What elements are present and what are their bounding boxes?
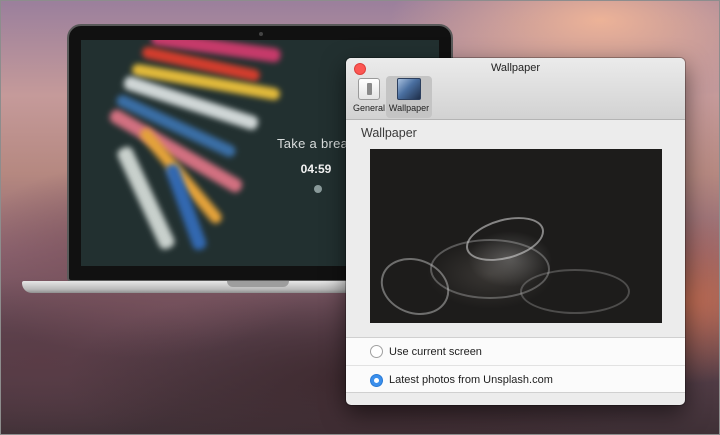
option-use-current-screen[interactable]: Use current screen xyxy=(346,338,685,366)
toolbar-wallpaper-tab[interactable]: Wallpaper xyxy=(386,76,432,118)
camera-icon xyxy=(259,32,263,36)
wallpaper-preview xyxy=(370,149,662,323)
window-titlebar[interactable]: Wallpaper General Wallpaper xyxy=(346,58,685,120)
option-label: Latest photos from Unsplash.com xyxy=(389,374,553,386)
window-title: Wallpaper xyxy=(490,62,541,74)
preview-splash xyxy=(520,269,630,314)
laptop-notch xyxy=(227,281,289,287)
toolbar-general-tab[interactable]: General xyxy=(350,76,388,118)
toolbar-wallpaper-label: Wallpaper xyxy=(388,103,430,113)
option-unsplash[interactable]: Latest photos from Unsplash.com xyxy=(346,366,685,394)
wallpaper-icon xyxy=(397,78,421,100)
section-title: Wallpaper xyxy=(361,126,417,140)
option-label: Use current screen xyxy=(389,345,482,358)
wallpaper-source-options: Use current screen Latest photos from Un… xyxy=(346,337,685,393)
radio-use-current-screen[interactable] xyxy=(370,345,383,358)
preferences-window: Wallpaper General Wallpaper Wallpaper Us… xyxy=(346,58,685,405)
skip-dot-icon[interactable] xyxy=(314,185,322,193)
toolbar-general-label: General xyxy=(352,103,386,113)
general-icon xyxy=(358,78,380,100)
radio-unsplash[interactable] xyxy=(370,373,383,387)
